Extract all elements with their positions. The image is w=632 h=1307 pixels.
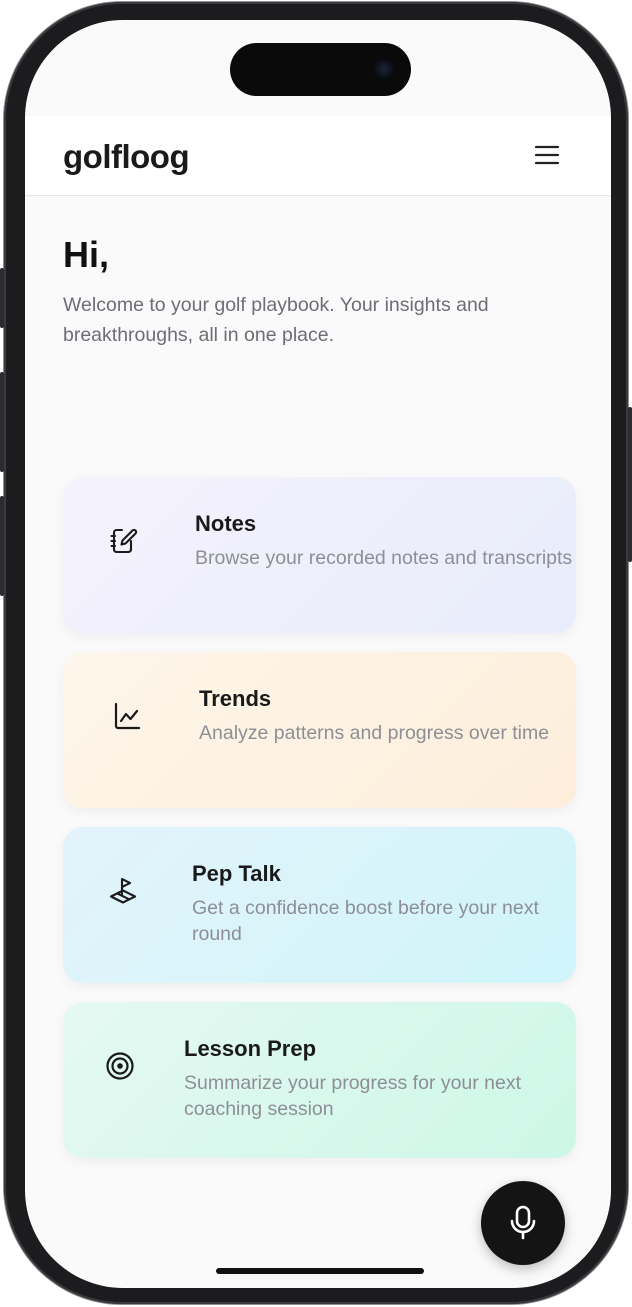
app-header: golfloog: [25, 116, 611, 196]
trends-card[interactable]: Trends Analyze patterns and progress ove…: [63, 652, 576, 808]
power-button: [628, 407, 632, 562]
front-camera: [373, 58, 395, 80]
lesson-prep-description: Summarize your progress for your next co…: [184, 1072, 522, 1120]
notes-description: Browse your recorded notes and transcrip…: [195, 547, 573, 569]
welcome-subtitle: Welcome to your golf playbook. Your insi…: [63, 294, 489, 346]
lesson-prep-card[interactable]: Lesson Prep Summarize your progress for …: [63, 1002, 576, 1158]
dynamic-island: [230, 43, 411, 96]
greeting-heading: Hi,: [63, 234, 110, 275]
lesson-prep-title: Lesson Prep: [184, 1036, 317, 1061]
notes-title: Notes: [195, 511, 257, 536]
trends-description: Analyze patterns and progress over time: [199, 722, 550, 744]
pep-talk-title: Pep Talk: [192, 861, 281, 886]
target-icon: [106, 1052, 134, 1080]
microphone-icon: [510, 1205, 536, 1240]
phone-frame: golfloog Hi, Welcome to your golf playbo…: [0, 2, 632, 1304]
app-screen: golfloog Hi, Welcome to your golf playbo…: [25, 20, 611, 1288]
record-button[interactable]: [481, 1181, 565, 1265]
app-logo: golfloog: [63, 138, 190, 175]
pep-talk-card[interactable]: Pep Talk Get a confidence boost before y…: [63, 827, 576, 983]
hamburger-menu-icon: [534, 145, 560, 165]
menu-button[interactable]: [529, 142, 565, 168]
notes-card[interactable]: Notes Browse your recorded notes and tra…: [63, 477, 576, 633]
action-button: [0, 268, 4, 328]
line-chart-icon: [114, 702, 141, 730]
home-indicator[interactable]: [216, 1268, 424, 1274]
volume-up-button: [0, 372, 4, 472]
volume-down-button: [0, 496, 4, 596]
pep-talk-description: Get a confidence boost before your next …: [192, 897, 539, 945]
notebook-pen-icon: [110, 528, 138, 554]
golf-flag-icon: [109, 877, 137, 904]
trends-title: Trends: [199, 686, 272, 711]
